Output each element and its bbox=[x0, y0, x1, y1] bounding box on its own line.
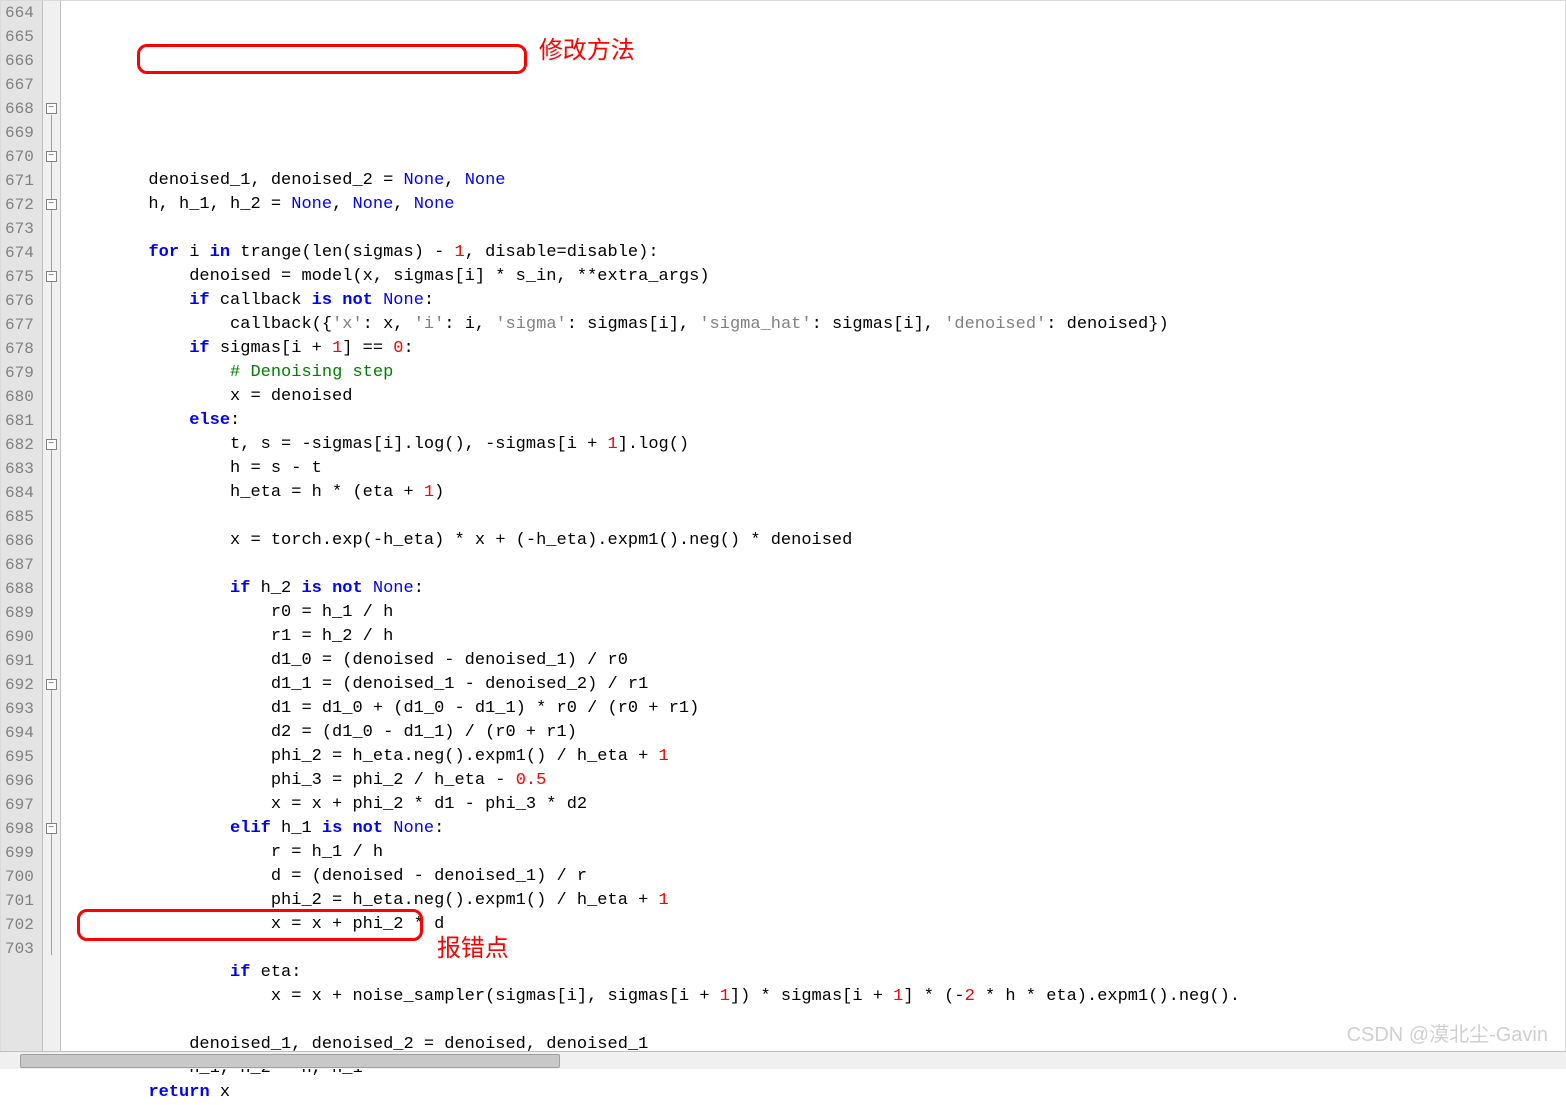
fold-toggle[interactable]: − bbox=[46, 103, 57, 114]
code-line[interactable]: x = x + phi_2 * d bbox=[67, 913, 1565, 937]
code-line[interactable]: r = h_1 / h bbox=[67, 841, 1565, 865]
line-number: 703 bbox=[5, 937, 34, 961]
code-line[interactable]: denoised_1, denoised_2 = None, None bbox=[67, 169, 1565, 193]
line-number: 673 bbox=[5, 217, 34, 241]
line-number: 676 bbox=[5, 289, 34, 313]
code-line[interactable]: d1 = d1_0 + (d1_0 - d1_1) * r0 / (r0 + r… bbox=[67, 697, 1565, 721]
line-number: 680 bbox=[5, 385, 34, 409]
line-number: 700 bbox=[5, 865, 34, 889]
code-line[interactable]: h = s - t bbox=[67, 457, 1565, 481]
fix-annotation: 修改方法 bbox=[539, 39, 635, 63]
code-line[interactable]: if sigmas[i + 1] == 0: bbox=[67, 337, 1565, 361]
code-line[interactable]: h_eta = h * (eta + 1) bbox=[67, 481, 1565, 505]
fold-toggle[interactable]: − bbox=[46, 271, 57, 282]
line-number: 667 bbox=[5, 73, 34, 97]
code-line[interactable]: x = x + phi_2 * d1 - phi_3 * d2 bbox=[67, 793, 1565, 817]
fold-toggle[interactable]: − bbox=[46, 151, 57, 162]
line-number: 687 bbox=[5, 553, 34, 577]
line-number: 699 bbox=[5, 841, 34, 865]
line-number: 683 bbox=[5, 457, 34, 481]
code-line[interactable]: h, h_1, h_2 = None, None, None bbox=[67, 193, 1565, 217]
line-number: 697 bbox=[5, 793, 34, 817]
code-line[interactable] bbox=[67, 217, 1565, 241]
code-area[interactable]: 修改方法 报错点 denoised_1, denoised_2 = None, … bbox=[61, 1, 1565, 1068]
line-number: 677 bbox=[5, 313, 34, 337]
code-editor[interactable]: 6646656666676686696706716726736746756766… bbox=[0, 0, 1566, 1069]
line-number: 694 bbox=[5, 721, 34, 745]
code-line[interactable]: x = torch.exp(-h_eta) * x + (-h_eta).exp… bbox=[67, 529, 1565, 553]
code-line[interactable]: r0 = h_1 / h bbox=[67, 601, 1565, 625]
line-number: 685 bbox=[5, 505, 34, 529]
code-line[interactable]: denoised = model(x, sigmas[i] * s_in, **… bbox=[67, 265, 1565, 289]
line-number: 701 bbox=[5, 889, 34, 913]
error-annotation: 报错点 bbox=[437, 937, 509, 961]
code-line[interactable]: phi_2 = h_eta.neg().expm1() / h_eta + 1 bbox=[67, 745, 1565, 769]
line-number: 681 bbox=[5, 409, 34, 433]
line-number: 675 bbox=[5, 265, 34, 289]
line-number: 690 bbox=[5, 625, 34, 649]
line-number: 686 bbox=[5, 529, 34, 553]
code-line[interactable] bbox=[67, 145, 1565, 169]
scrollbar-thumb[interactable] bbox=[20, 1054, 560, 1068]
watermark: CSDN @漠北尘-Gavin bbox=[1347, 1018, 1548, 1047]
fold-column[interactable]: − − − − − − − bbox=[43, 1, 61, 1068]
code-line[interactable]: else: bbox=[67, 409, 1565, 433]
line-number: 666 bbox=[5, 49, 34, 73]
fold-toggle[interactable]: − bbox=[46, 823, 57, 834]
fix-highlight-box bbox=[137, 44, 527, 74]
code-line[interactable]: d = (denoised - denoised_1) / r bbox=[67, 865, 1565, 889]
line-number: 665 bbox=[5, 25, 34, 49]
code-line[interactable]: t, s = -sigmas[i].log(), -sigmas[i + 1].… bbox=[67, 433, 1565, 457]
line-number: 692 bbox=[5, 673, 34, 697]
code-line[interactable] bbox=[67, 553, 1565, 577]
line-number: 679 bbox=[5, 361, 34, 385]
fold-toggle[interactable]: − bbox=[46, 679, 57, 690]
code-line[interactable]: d1_1 = (denoised_1 - denoised_2) / r1 bbox=[67, 673, 1565, 697]
code-line[interactable]: phi_3 = phi_2 / h_eta - 0.5 bbox=[67, 769, 1565, 793]
code-line[interactable]: if eta: bbox=[67, 961, 1565, 985]
code-line[interactable]: for i in trange(len(sigmas) - 1, disable… bbox=[67, 241, 1565, 265]
code-line[interactable]: x = denoised bbox=[67, 385, 1565, 409]
code-line[interactable]: # Denoising step bbox=[67, 361, 1565, 385]
code-line[interactable]: if callback is not None: bbox=[67, 289, 1565, 313]
line-number-gutter: 6646656666676686696706716726736746756766… bbox=[1, 1, 43, 1068]
code-line[interactable]: callback({'x': x, 'i': i, 'sigma': sigma… bbox=[67, 313, 1565, 337]
fold-toggle[interactable]: − bbox=[46, 439, 57, 450]
line-number: 672 bbox=[5, 193, 34, 217]
line-number: 702 bbox=[5, 913, 34, 937]
code-line[interactable]: r1 = h_2 / h bbox=[67, 625, 1565, 649]
line-number: 689 bbox=[5, 601, 34, 625]
line-number: 668 bbox=[5, 97, 34, 121]
fold-toggle[interactable]: − bbox=[46, 199, 57, 210]
code-line[interactable]: d2 = (d1_0 - d1_1) / (r0 + r1) bbox=[67, 721, 1565, 745]
line-number: 674 bbox=[5, 241, 34, 265]
line-number: 678 bbox=[5, 337, 34, 361]
line-number: 688 bbox=[5, 577, 34, 601]
line-number: 684 bbox=[5, 481, 34, 505]
code-line[interactable] bbox=[67, 937, 1565, 961]
code-line[interactable]: elif h_1 is not None: bbox=[67, 817, 1565, 841]
line-number: 698 bbox=[5, 817, 34, 841]
line-number: 664 bbox=[5, 1, 34, 25]
code-line[interactable]: phi_2 = h_eta.neg().expm1() / h_eta + 1 bbox=[67, 889, 1565, 913]
line-number: 696 bbox=[5, 769, 34, 793]
line-number: 691 bbox=[5, 649, 34, 673]
line-number: 669 bbox=[5, 121, 34, 145]
line-number: 671 bbox=[5, 169, 34, 193]
code-line[interactable] bbox=[67, 1009, 1565, 1033]
horizontal-scrollbar[interactable] bbox=[0, 1051, 1566, 1069]
line-number: 670 bbox=[5, 145, 34, 169]
code-line[interactable]: return x bbox=[67, 1081, 1565, 1105]
code-line[interactable] bbox=[67, 505, 1565, 529]
code-line[interactable]: d1_0 = (denoised - denoised_1) / r0 bbox=[67, 649, 1565, 673]
code-line[interactable]: x = x + noise_sampler(sigmas[i], sigmas[… bbox=[67, 985, 1565, 1009]
line-number: 695 bbox=[5, 745, 34, 769]
line-number: 693 bbox=[5, 697, 34, 721]
code-line[interactable]: if h_2 is not None: bbox=[67, 577, 1565, 601]
line-number: 682 bbox=[5, 433, 34, 457]
